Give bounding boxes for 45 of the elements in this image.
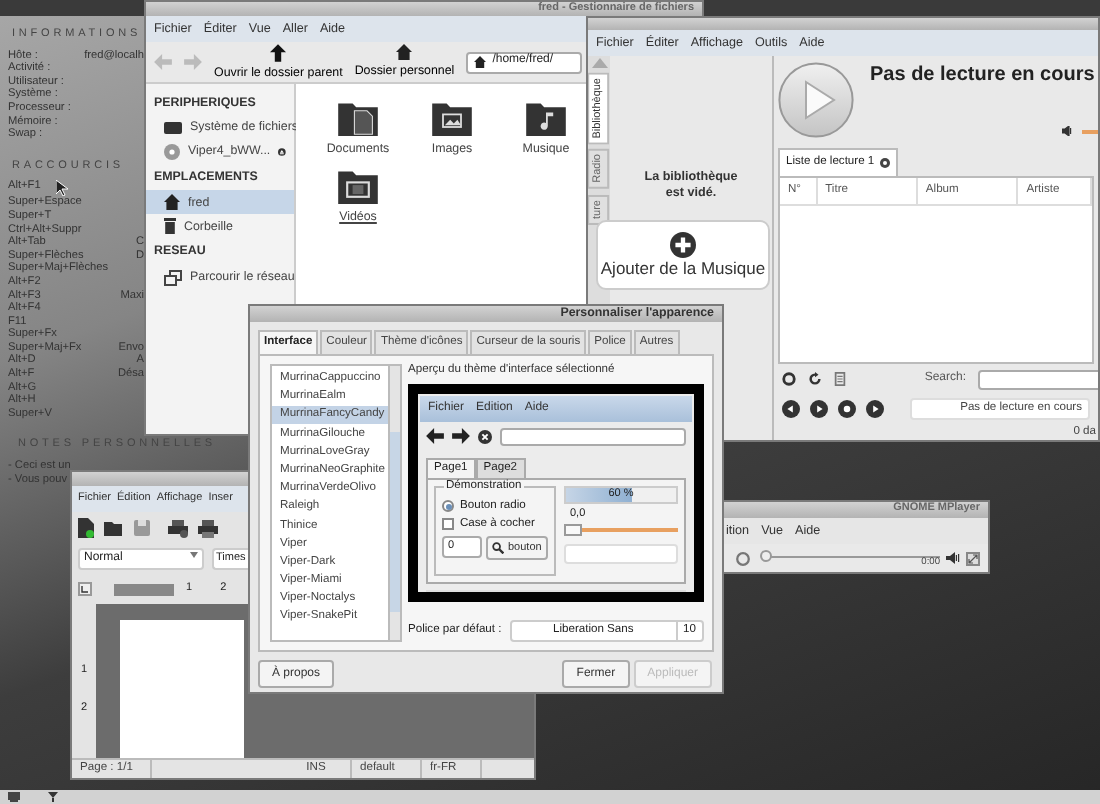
- tab-stop-icon[interactable]: [78, 582, 92, 597]
- now-playing-title: Pas de lecture en cours: [870, 64, 1095, 88]
- volume-icon[interactable]: [946, 552, 960, 564]
- home-icon: [164, 194, 180, 211]
- funnel-icon[interactable]: [48, 792, 58, 802]
- mouse-pointer-icon: [56, 180, 69, 197]
- documents-folder-icon: [338, 100, 378, 136]
- forward-icon[interactable]: [452, 428, 470, 445]
- home-icon: [474, 56, 487, 68]
- home-icon: [396, 44, 413, 61]
- network-icon: [164, 269, 182, 286]
- disc-icon: [164, 143, 180, 160]
- up-arrow-icon: [270, 43, 287, 62]
- back-icon[interactable]: [426, 428, 444, 445]
- playlist-icon[interactable]: [834, 372, 846, 386]
- slider-thumb[interactable]: [564, 524, 582, 537]
- stop-icon[interactable]: [838, 400, 856, 418]
- plus-icon: [670, 231, 696, 258]
- checkbox[interactable]: [442, 518, 454, 531]
- text-field[interactable]: [500, 427, 686, 446]
- eject-icon[interactable]: [278, 145, 286, 158]
- caret-icon: [190, 552, 198, 558]
- previous-icon[interactable]: [782, 400, 800, 418]
- print-icon[interactable]: [198, 519, 218, 537]
- slider-thumb[interactable]: [760, 549, 772, 561]
- play-icon[interactable]: [810, 400, 828, 418]
- radio-button[interactable]: [442, 500, 454, 513]
- drive-icon: [164, 122, 182, 135]
- fullscreen-icon[interactable]: [966, 551, 980, 565]
- print-preview-icon[interactable]: [168, 519, 188, 537]
- scrollbar[interactable]: [390, 363, 402, 642]
- music-folder-icon: [526, 100, 566, 136]
- videos-folder-icon: [338, 168, 378, 205]
- speaker-icon[interactable]: [1062, 126, 1074, 136]
- search-field[interactable]: [978, 369, 1098, 389]
- trash-icon: [164, 218, 176, 235]
- images-folder-icon: [432, 100, 472, 136]
- add-music-button[interactable]: Ajouter de la Musique: [596, 220, 770, 290]
- new-document-icon[interactable]: [78, 518, 94, 538]
- refresh-icon[interactable]: [808, 372, 822, 386]
- search-icon: [492, 541, 504, 554]
- monitor-icon[interactable]: [8, 792, 20, 802]
- stop-icon[interactable]: [478, 429, 492, 444]
- folder-icon[interactable]: [104, 520, 124, 536]
- next-icon[interactable]: [866, 400, 884, 418]
